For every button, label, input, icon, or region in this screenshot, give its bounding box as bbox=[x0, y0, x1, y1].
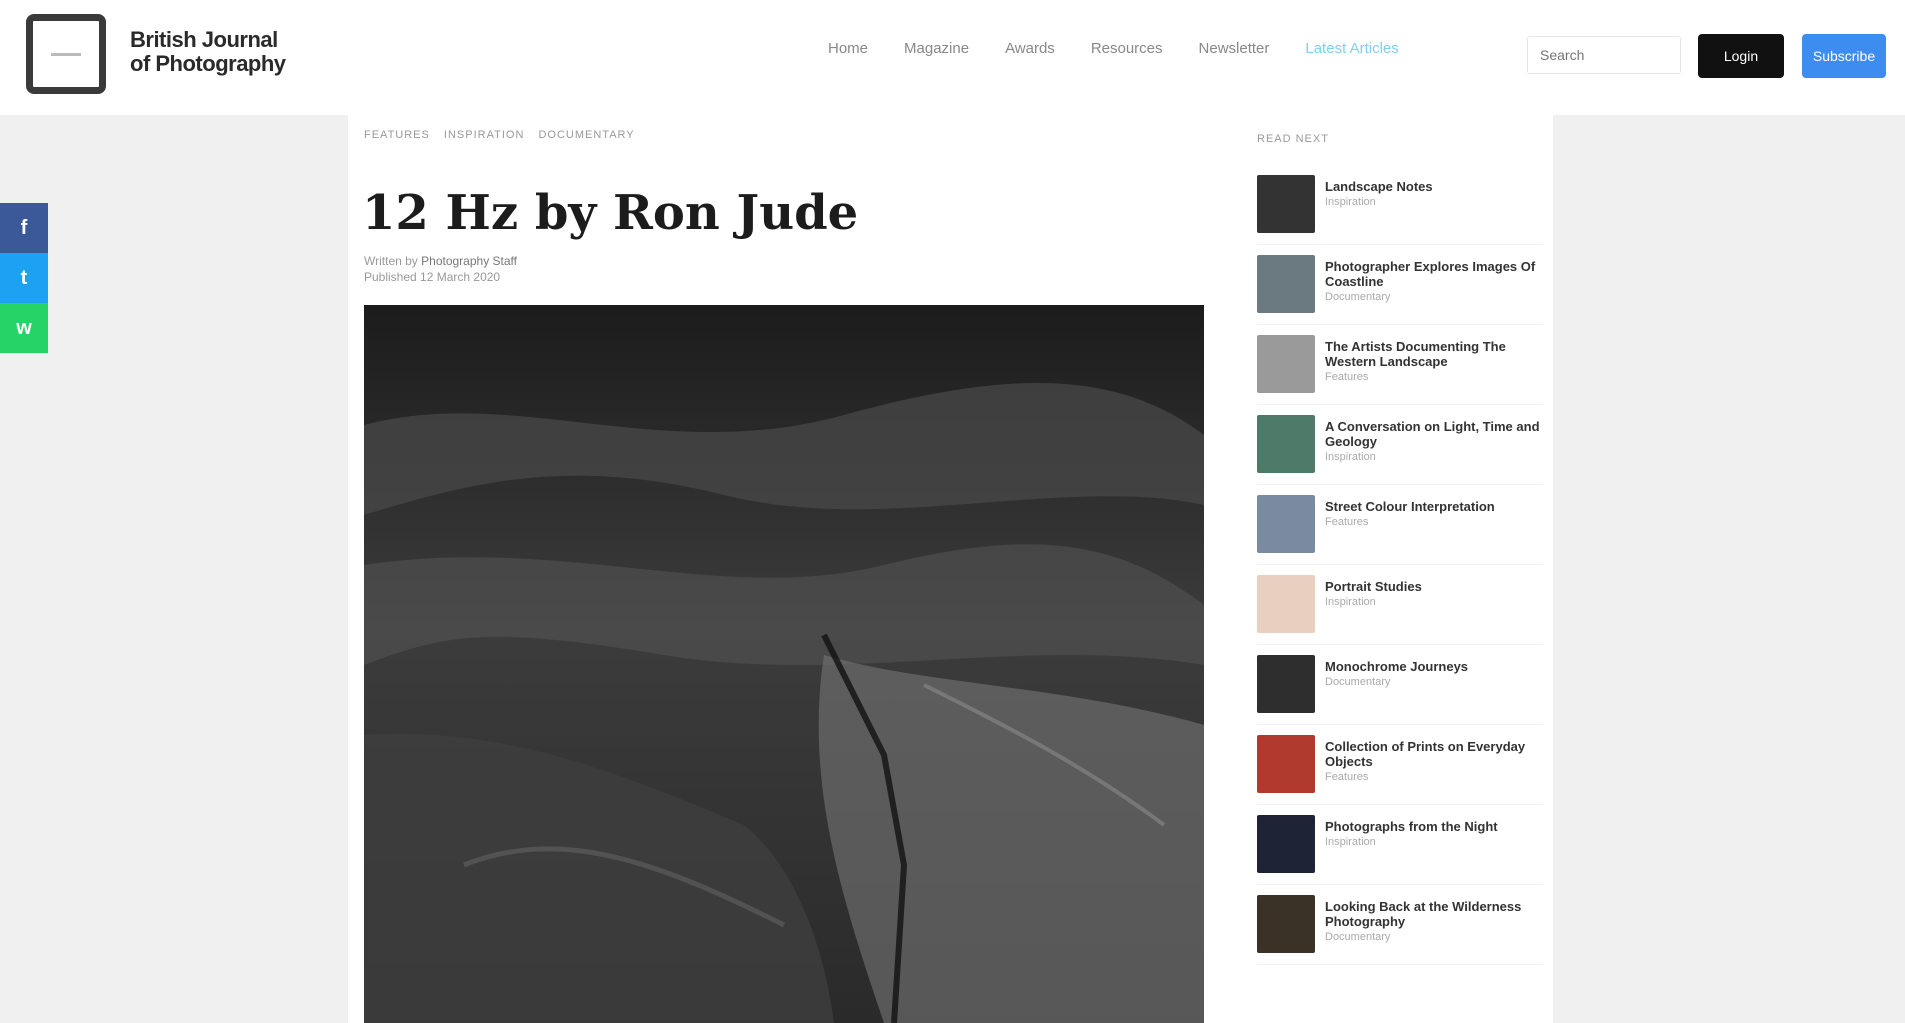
related-item[interactable]: Photographs from the Night Inspiration bbox=[1257, 815, 1543, 885]
related-headline: Collection of Prints on Everyday Objects bbox=[1325, 739, 1526, 769]
logo-line-1: British Journal bbox=[130, 27, 278, 52]
related-meta: Inspiration bbox=[1325, 451, 1376, 463]
twitter-share-button[interactable]: t bbox=[0, 253, 48, 303]
related-thumbnail bbox=[1257, 895, 1315, 953]
breadcrumb: Features Inspiration Documentary bbox=[364, 129, 645, 141]
related-meta: Inspiration bbox=[1325, 836, 1376, 848]
sidebar-title: Read next bbox=[1257, 133, 1329, 145]
facebook-share-button[interactable]: f bbox=[0, 203, 48, 253]
subscribe-button[interactable]: Subscribe bbox=[1802, 34, 1886, 78]
related-thumbnail bbox=[1257, 175, 1315, 233]
related-thumbnail bbox=[1257, 335, 1315, 393]
related-item[interactable]: Photographer Explores Images Of Coastlin… bbox=[1257, 255, 1543, 325]
byline-label: Written by bbox=[364, 254, 418, 268]
byline: Written by Photography Staff Published 1… bbox=[364, 253, 517, 285]
hero-photo-graphic bbox=[364, 305, 1204, 1023]
logo-line-2: of Photography bbox=[130, 51, 286, 76]
whatsapp-icon: w bbox=[16, 317, 32, 339]
related-meta: Features bbox=[1325, 371, 1369, 383]
logo-wordmark[interactable]: British Journal of Photography bbox=[130, 28, 286, 76]
facebook-icon: f bbox=[20, 217, 28, 239]
breadcrumb-item[interactable]: Features bbox=[364, 129, 430, 141]
related-item[interactable]: Portrait Studies Inspiration bbox=[1257, 575, 1543, 645]
related-thumbnail bbox=[1257, 815, 1315, 873]
nav-awards[interactable]: Awards bbox=[1005, 40, 1055, 57]
nav-latest-articles[interactable]: Latest Articles bbox=[1305, 40, 1398, 57]
hero-image bbox=[364, 305, 1204, 1023]
related-meta: Documentary bbox=[1325, 931, 1391, 943]
related-meta: Features bbox=[1325, 771, 1369, 783]
related-thumbnail bbox=[1257, 415, 1315, 473]
related-sidebar: Read next Landscape Notes Inspiration Pho… bbox=[1241, 115, 1553, 1023]
related-headline: Portrait Studies bbox=[1325, 579, 1422, 594]
related-thumbnail bbox=[1257, 495, 1315, 553]
related-headline: Looking Back at the Wilderness Photograp… bbox=[1325, 899, 1522, 929]
nav-magazine[interactable]: Magazine bbox=[904, 40, 969, 57]
related-thumbnail bbox=[1257, 575, 1315, 633]
site-header: British Journal of Photography Home Maga… bbox=[0, 0, 1905, 115]
related-headline: Photographs from the Night bbox=[1325, 819, 1498, 834]
related-item[interactable]: Landscape Notes Inspiration bbox=[1257, 175, 1543, 245]
article-container: Features Inspiration Documentary 12 Hz b… bbox=[348, 115, 1553, 1023]
related-item[interactable]: Monochrome Journeys Documentary bbox=[1257, 655, 1543, 725]
related-meta: Inspiration bbox=[1325, 196, 1376, 208]
related-meta: Features bbox=[1325, 516, 1369, 528]
nav-home[interactable]: Home bbox=[828, 40, 868, 57]
related-item[interactable]: Collection of Prints on Everyday Objects… bbox=[1257, 735, 1543, 805]
related-headline: Street Colour Interpretation bbox=[1325, 499, 1495, 514]
publish-date: Published 12 March 2020 bbox=[364, 270, 501, 284]
twitter-icon: t bbox=[20, 267, 28, 289]
related-meta: Inspiration bbox=[1325, 596, 1376, 608]
login-button[interactable]: Login bbox=[1698, 34, 1784, 78]
related-headline: Photographer Explores Images Of Coastlin… bbox=[1325, 259, 1536, 289]
related-item[interactable]: Looking Back at the Wilderness Photograp… bbox=[1257, 895, 1543, 965]
breadcrumb-item[interactable]: Documentary bbox=[538, 129, 634, 141]
related-thumbnail bbox=[1257, 655, 1315, 713]
whatsapp-share-button[interactable]: w bbox=[0, 303, 48, 353]
related-headline: The Artists Documenting The Western Land… bbox=[1325, 339, 1506, 369]
main-nav: Home Magazine Awards Resources Newslette… bbox=[828, 40, 1435, 57]
related-item[interactable]: A Conversation on Light, Time and Geolog… bbox=[1257, 415, 1543, 485]
nav-resources[interactable]: Resources bbox=[1091, 40, 1163, 57]
search-input[interactable] bbox=[1527, 36, 1681, 74]
breadcrumb-item[interactable]: Inspiration bbox=[444, 129, 524, 141]
related-headline: A Conversation on Light, Time and Geolog… bbox=[1325, 419, 1540, 449]
page-title: 12 Hz by Ron Jude bbox=[362, 185, 859, 241]
related-thumbnail bbox=[1257, 255, 1315, 313]
related-item[interactable]: The Artists Documenting The Western Land… bbox=[1257, 335, 1543, 405]
related-thumbnail bbox=[1257, 735, 1315, 793]
related-headline: Monochrome Journeys bbox=[1325, 659, 1469, 674]
nav-newsletter[interactable]: Newsletter bbox=[1199, 40, 1270, 57]
related-meta: Documentary bbox=[1325, 676, 1391, 688]
logo-mark[interactable] bbox=[26, 14, 106, 94]
related-headline: Landscape Notes bbox=[1325, 179, 1433, 194]
author-link[interactable]: Photography Staff bbox=[421, 254, 517, 268]
related-meta: Documentary bbox=[1325, 291, 1391, 303]
related-item[interactable]: Street Colour Interpretation Features bbox=[1257, 495, 1543, 565]
